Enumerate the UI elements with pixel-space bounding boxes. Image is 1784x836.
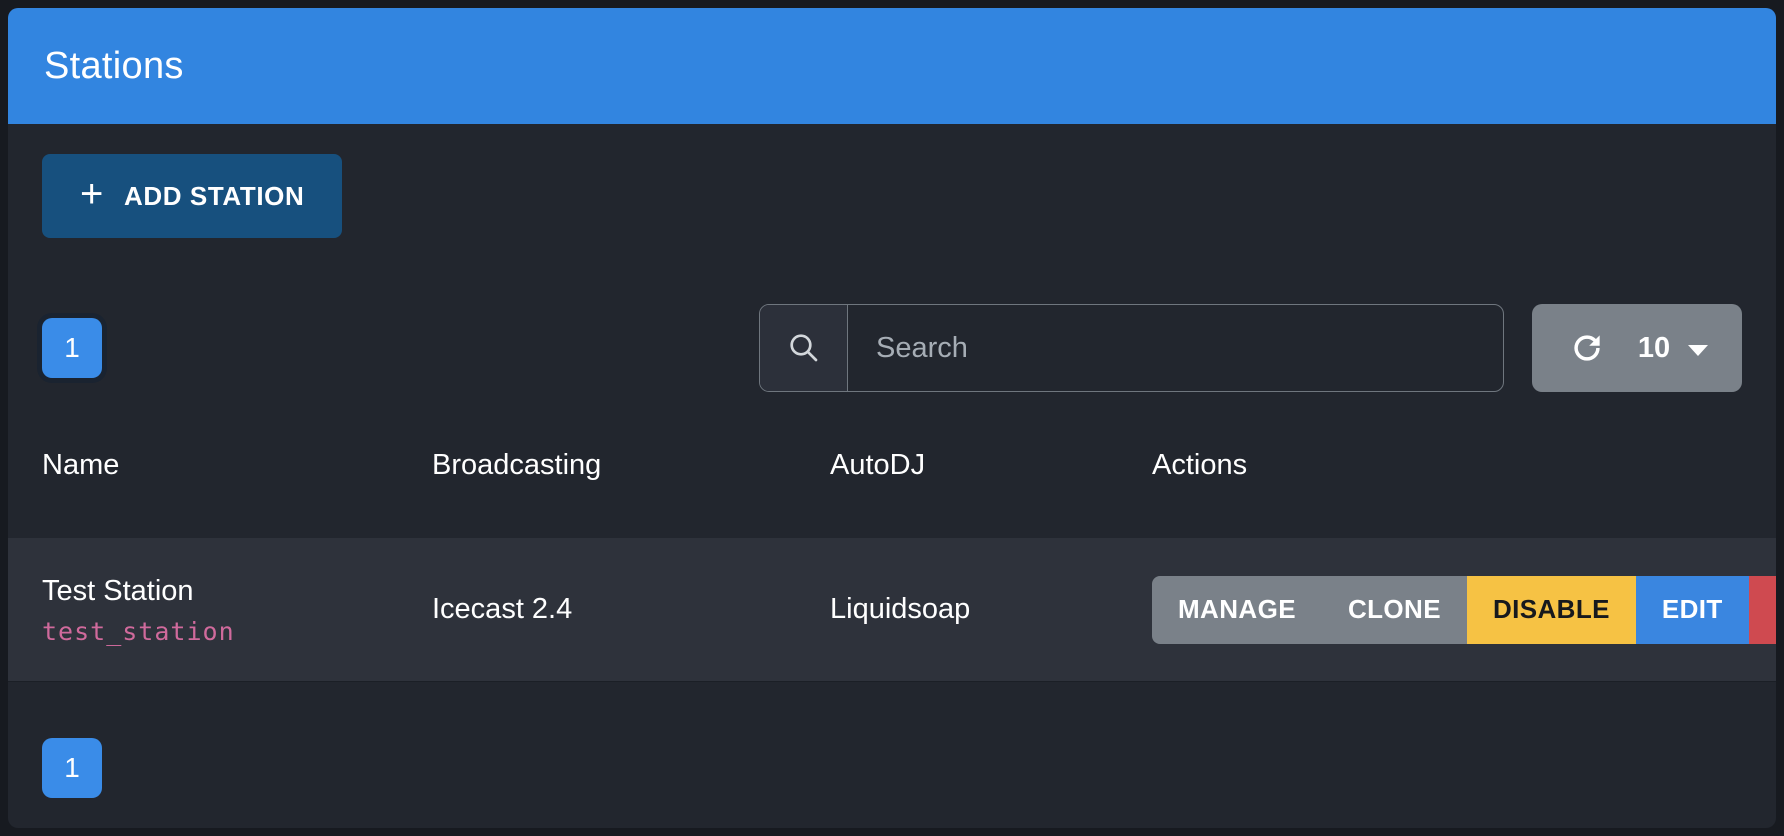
edit-button[interactable]: EDIT	[1636, 576, 1749, 644]
station-broadcasting: Icecast 2.4	[432, 593, 830, 626]
station-name: Test Station	[42, 573, 432, 609]
pagination-page-button-bottom[interactable]: 1	[42, 738, 102, 798]
refresh-icon	[1568, 329, 1606, 367]
per-page-control: 10	[1532, 304, 1742, 392]
table-row: Test Station test_station Icecast 2.4 Li…	[8, 538, 1776, 682]
station-name-cell: Test Station test_station	[42, 573, 432, 646]
search-group	[759, 304, 1504, 392]
table-header-row: Name Broadcasting AutoDJ Actions	[8, 392, 1776, 538]
page-title: Stations	[44, 45, 184, 88]
disable-button[interactable]: DISABLE	[1467, 576, 1636, 644]
clone-button[interactable]: CLONE	[1322, 576, 1467, 644]
per-page-dropdown[interactable]: 10	[1620, 304, 1736, 392]
manage-button[interactable]: MANAGE	[1152, 576, 1322, 644]
chevron-down-icon	[1688, 345, 1708, 356]
station-shortcode: test_station	[42, 617, 432, 646]
per-page-value: 10	[1638, 332, 1670, 365]
table-toolbar: 1	[42, 304, 1742, 392]
station-actions-cell: MANAGE CLONE DISABLE EDIT DELETE	[1152, 576, 1776, 644]
station-autodj: Liquidsoap	[830, 593, 1152, 626]
card-footer: 1	[8, 682, 1776, 798]
search-input[interactable]	[848, 305, 1503, 391]
plus-icon: +	[80, 174, 104, 214]
actions-button-group: MANAGE CLONE DISABLE EDIT DELETE	[1152, 576, 1776, 644]
stations-card: Stations + ADD STATION 1	[8, 8, 1776, 828]
search-icon-segment	[760, 305, 848, 391]
column-header-name: Name	[42, 449, 432, 482]
refresh-button[interactable]	[1538, 304, 1620, 392]
card-header: Stations	[8, 8, 1776, 124]
column-header-autodj: AutoDJ	[830, 449, 1152, 482]
pagination-page-button-top[interactable]: 1	[42, 318, 102, 378]
add-station-button[interactable]: + ADD STATION	[42, 154, 342, 238]
add-station-label: ADD STATION	[124, 181, 304, 212]
column-header-broadcasting: Broadcasting	[432, 449, 830, 482]
search-icon	[786, 330, 822, 366]
delete-button[interactable]: DELETE	[1749, 576, 1776, 644]
column-header-actions: Actions	[1152, 449, 1742, 482]
